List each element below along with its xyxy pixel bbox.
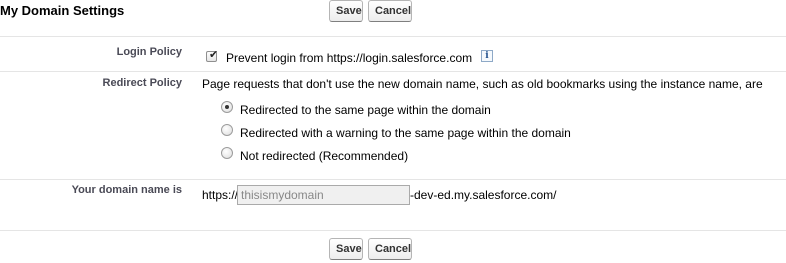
login-policy-label: Login Policy bbox=[116, 46, 182, 58]
check-icon: ✔ bbox=[209, 48, 219, 61]
cancel-button-top[interactable]: Cancel bbox=[368, 0, 412, 22]
domain-suffix: -dev-ed.my.salesforce.com/ bbox=[410, 188, 557, 202]
divider bbox=[0, 36, 786, 37]
radio-label-redirect-with-warning: Redirected with a warning to the same pa… bbox=[240, 126, 571, 140]
radio-redirect-same-page[interactable] bbox=[221, 101, 233, 113]
radio-label-not-redirected: Not redirected (Recommended) bbox=[240, 149, 409, 163]
save-button-bottom[interactable]: Save bbox=[329, 238, 363, 260]
info-icon[interactable]: i bbox=[481, 50, 493, 62]
divider bbox=[0, 230, 786, 231]
prevent-login-label: Prevent login from https://login.salesfo… bbox=[226, 51, 473, 65]
prevent-login-checkbox[interactable]: ✔ bbox=[206, 48, 219, 62]
redirect-policy-label: Redirect Policy bbox=[102, 77, 182, 89]
page-title: My Domain Settings bbox=[0, 3, 125, 18]
domain-name-label: Your domain name is bbox=[71, 184, 182, 196]
save-button-top[interactable]: Save bbox=[329, 0, 363, 22]
domain-prefix: https:// bbox=[202, 188, 239, 202]
cancel-button-bottom[interactable]: Cancel bbox=[368, 238, 412, 260]
radio-label-redirect-same-page: Redirected to the same page within the d… bbox=[240, 103, 491, 117]
divider bbox=[0, 179, 786, 180]
redirect-policy-description: Page requests that don't use the new dom… bbox=[202, 77, 763, 91]
domain-name-input[interactable] bbox=[237, 185, 410, 205]
radio-redirect-with-warning[interactable] bbox=[221, 124, 233, 136]
divider bbox=[0, 71, 786, 72]
radio-not-redirected[interactable] bbox=[221, 147, 233, 159]
